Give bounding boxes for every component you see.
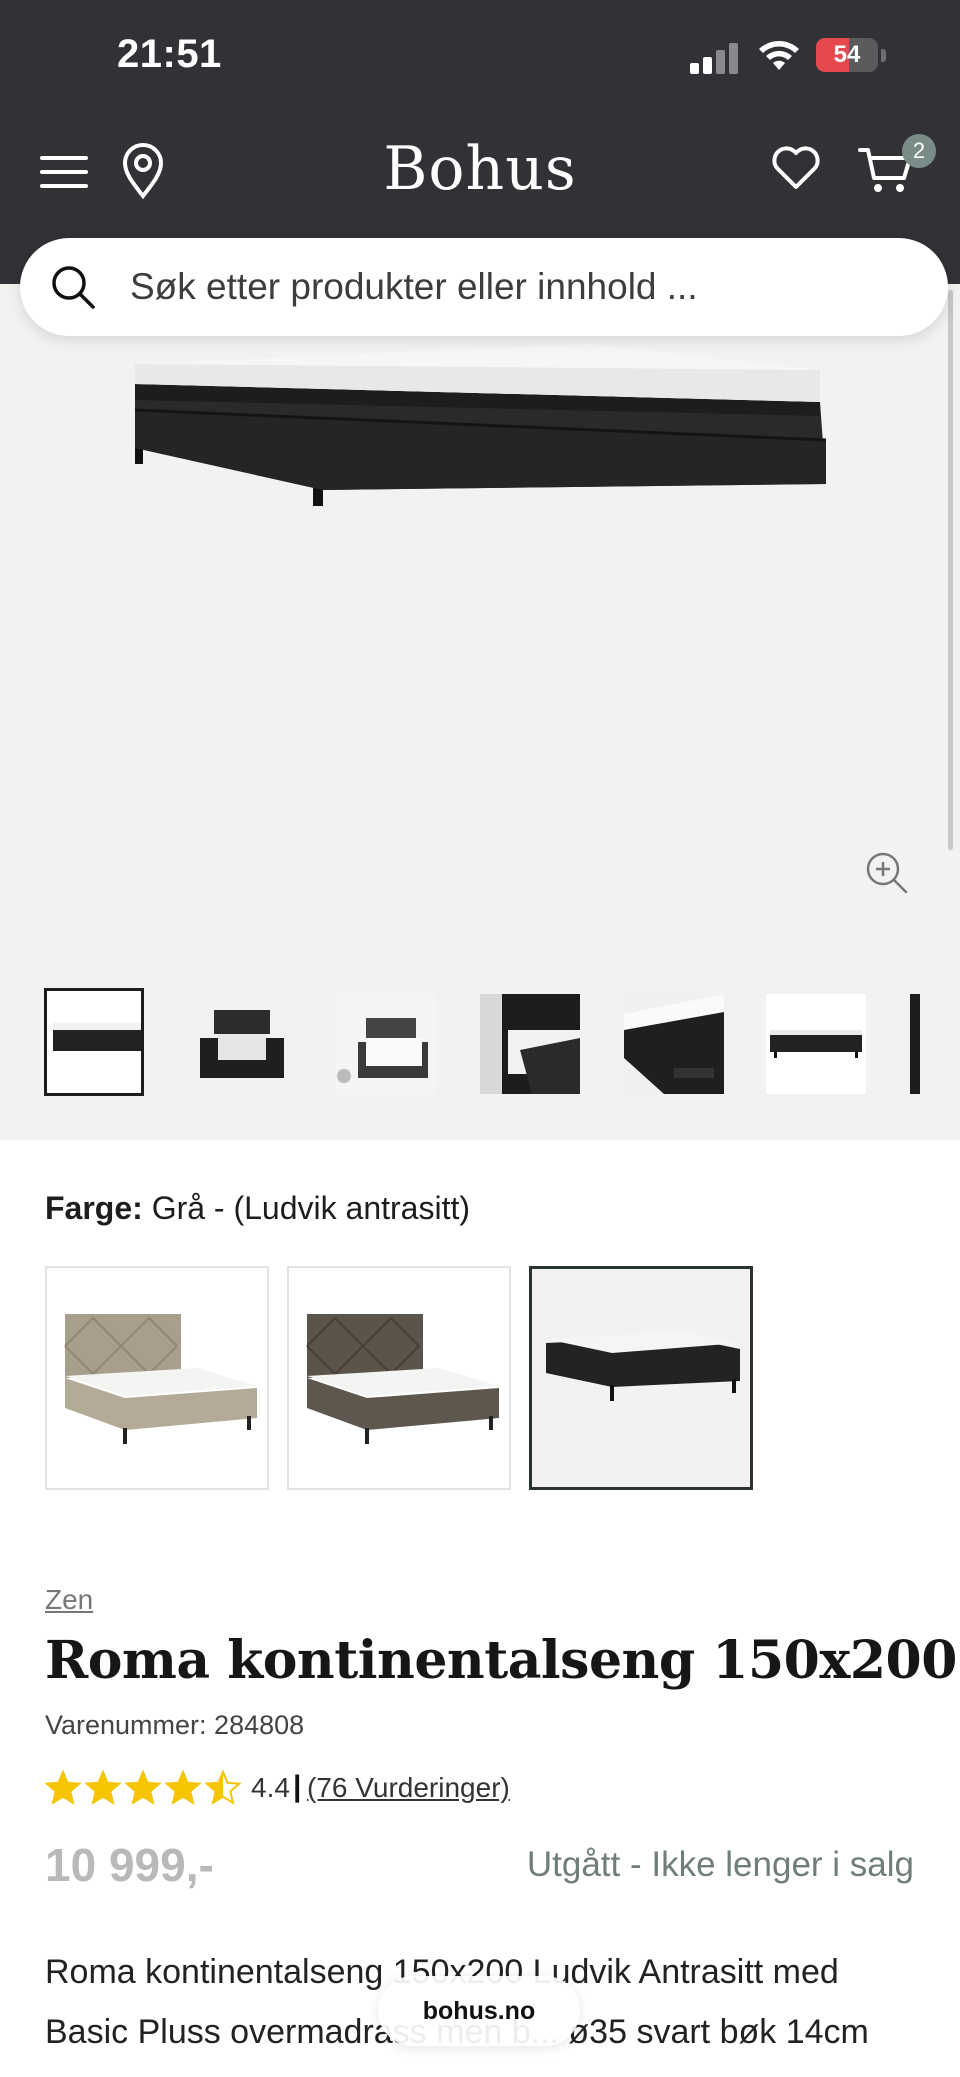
rating-count-link[interactable]: (76 Vurderinger) (307, 1772, 510, 1804)
thumbnail-3[interactable] (336, 994, 436, 1094)
thumbnail-5[interactable] (624, 994, 724, 1094)
thumbnail-7[interactable] (910, 994, 920, 1094)
rating-star (124, 1769, 162, 1805)
thumbnail-2[interactable] (192, 994, 292, 1094)
nav-bar: Bohus 2 (0, 130, 960, 220)
battery-icon: 54 (816, 38, 878, 72)
color-option-brown[interactable] (287, 1266, 511, 1490)
gallery-scrollbar[interactable] (948, 290, 953, 850)
rating-star (84, 1769, 122, 1805)
thumbnail-strip (44, 988, 960, 1098)
signal-icon (690, 42, 742, 74)
color-value: Grå - (Ludvik antrasitt) (151, 1190, 470, 1226)
rating-stars-icon (45, 1769, 242, 1805)
color-option-anthracite[interactable] (529, 1266, 753, 1490)
search-input[interactable] (130, 252, 910, 322)
battery-level: 54 (833, 41, 861, 68)
status-time: 21:51 (117, 32, 222, 76)
product-title: Roma kontinentalseng 150x200 (45, 1630, 957, 1691)
search-icon[interactable] (48, 262, 98, 312)
product-main-image[interactable] (120, 344, 840, 644)
rating-star (164, 1769, 202, 1805)
color-label: Farge: (45, 1190, 143, 1226)
rating-score: 4.4 (251, 1772, 290, 1803)
color-option-beige[interactable] (45, 1266, 269, 1490)
availability-status: Utgått - Ikke lenger i salg (526, 1845, 914, 1884)
thumbnail-4[interactable] (480, 994, 580, 1094)
status-bar: 21:51 54 (0, 0, 960, 110)
zoom-icon[interactable] (864, 850, 910, 896)
color-label-row: Farge: Grå - (Ludvik antrasitt) (45, 1190, 470, 1227)
battery-tip (881, 49, 886, 62)
search-bar (20, 238, 948, 336)
thumbnail-1[interactable] (44, 988, 144, 1096)
product-sku: Varenummer: 284808 (45, 1710, 305, 1740)
brand-link[interactable]: Zen (45, 1584, 93, 1616)
rating-star (45, 1769, 82, 1805)
product-price: 10 999,- (45, 1839, 214, 1891)
rating-star (204, 1769, 242, 1805)
rating-separator: | (293, 1770, 302, 1803)
product-gallery (0, 284, 960, 1140)
heart-icon[interactable] (770, 142, 822, 194)
thumbnail-6[interactable] (766, 994, 866, 1094)
cart-count-badge: 2 (902, 134, 936, 168)
browser-url-pill[interactable]: bohus.no (378, 1976, 580, 2046)
wifi-icon (759, 41, 799, 70)
